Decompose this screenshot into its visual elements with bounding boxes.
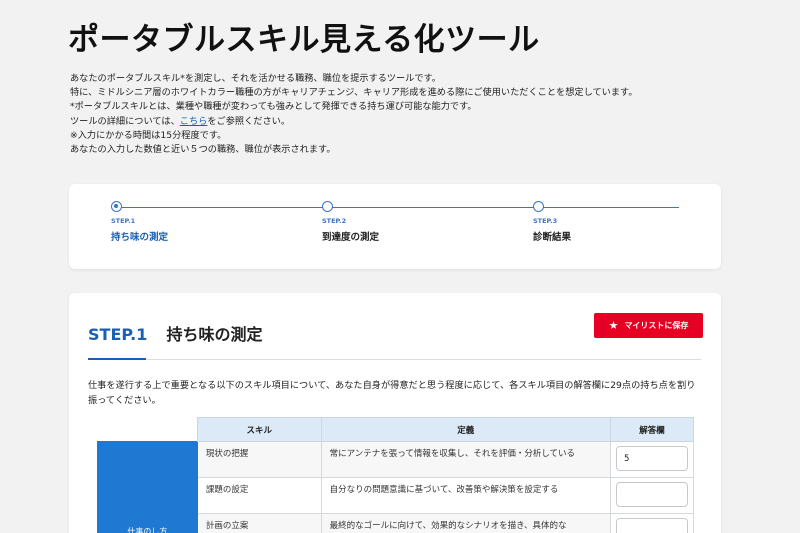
table-header-row: スキル 定義 解答欄	[98, 417, 695, 442]
skill-cell: 計画の立案	[196, 513, 322, 533]
step-3: STEP.3 診断結果	[533, 201, 571, 243]
definition-cell: 常にアンテナを張って情報を収集し、それを評価・分析している	[320, 441, 611, 478]
step-dot-icon	[322, 201, 333, 212]
step-2: STEP.2 到達度の測定	[322, 201, 379, 243]
answer-input[interactable]	[615, 446, 688, 471]
intro-line: *ポータブルスキルとは、業種や職種が変わっても強みとして発揮できる持ち運び可能な…	[70, 101, 477, 113]
details-link[interactable]: こちら	[180, 116, 208, 127]
save-button-label: マイリストに保存	[624, 321, 689, 330]
intro-details-prefix: ツールの詳細については、	[70, 115, 180, 127]
category-cell: 仕事のし方	[97, 441, 198, 533]
step-name: 診断結果	[533, 232, 572, 243]
answer-cell	[609, 477, 695, 514]
answer-cell	[609, 441, 695, 478]
step-name: 持ち味の測定	[111, 232, 169, 243]
column-header-answer: 解答欄	[609, 417, 695, 442]
step-label: STEP.2	[322, 217, 347, 225]
assessment-card: STEP.1 持ち味の測定 ★ マイリストに保存 仕事を遂行する上で重要となる以…	[69, 293, 721, 533]
instructions-text: 仕事を遂行する上で重要となる以下のスキル項目について、あなた自身が得意だと思う程…	[88, 380, 696, 406]
star-icon: ★	[608, 319, 619, 332]
definition-cell: 最終的なゴールに向けて、効果的なシナリオを描き、具体的な	[320, 513, 611, 533]
intro-text: あなたのポータブルスキル*を測定し、それを活かせる職務、職位を提示するツールです…	[70, 72, 770, 157]
step-dot-active-icon	[111, 201, 122, 212]
section-title: 持ち味の測定	[166, 325, 263, 344]
skill-cell: 課題の設定	[196, 477, 322, 514]
intro-line: ※入力にかかる時間は15分程度です。	[70, 129, 227, 141]
step-1: STEP.1 持ち味の測定	[111, 201, 168, 243]
answer-cell	[609, 513, 695, 533]
answer-input[interactable]	[615, 518, 688, 533]
section-heading: STEP.1 持ち味の測定	[88, 321, 262, 345]
column-header-definition: 定義	[320, 417, 611, 442]
intro-line-details: ツールの詳細については、こちらをご参照ください。	[70, 115, 770, 129]
table-corner	[98, 418, 198, 442]
step-label: STEP.1	[111, 217, 136, 225]
definition-cell: 自分なりの問題意識に基づいて、改善策や解決策を設定する	[320, 477, 611, 514]
skill-table: スキル 定義 解答欄 仕事のし方 現状の把握 常にアンテナを張って情報を収集し、…	[97, 417, 695, 533]
answer-input[interactable]	[615, 482, 688, 507]
stepper-line	[115, 207, 679, 208]
intro-details-suffix: をご参照ください。	[207, 115, 291, 127]
heading-accent-bar	[88, 358, 146, 360]
intro-line: あなたの入力した数値と近い５つの職務、職位が表示されます。	[70, 144, 336, 156]
heading-divider	[88, 359, 701, 360]
step-name: 到達度の測定	[322, 232, 380, 243]
page: ポータブルスキル見える化ツール あなたのポータブルスキル*を測定し、それを活かせ…	[0, 0, 800, 533]
column-header-skill: スキル	[196, 417, 322, 442]
intro-line: 特に、ミドルシニア層のホワイトカラー職種の方がキャリアチェンジ、キャリア形成を進…	[70, 87, 638, 99]
step-label: STEP.3	[533, 217, 558, 225]
step-dot-icon	[533, 201, 544, 212]
stepper-card: STEP.1 持ち味の測定 STEP.2 到達度の測定 STEP.3 診断結果	[69, 184, 721, 269]
page-title: ポータブルスキル見える化ツール	[68, 22, 540, 58]
table-row: 仕事のし方 現状の把握 常にアンテナを張って情報を収集し、それを評価・分析してい…	[97, 441, 695, 533]
save-to-mylist-button[interactable]: ★ マイリストに保存	[594, 313, 703, 338]
intro-line: あなたのポータブルスキル*を測定し、それを活かせる職務、職位を提示するツールです…	[70, 73, 441, 84]
section-step-tag: STEP.1	[88, 325, 148, 344]
skill-cell: 現状の把握	[196, 441, 322, 478]
